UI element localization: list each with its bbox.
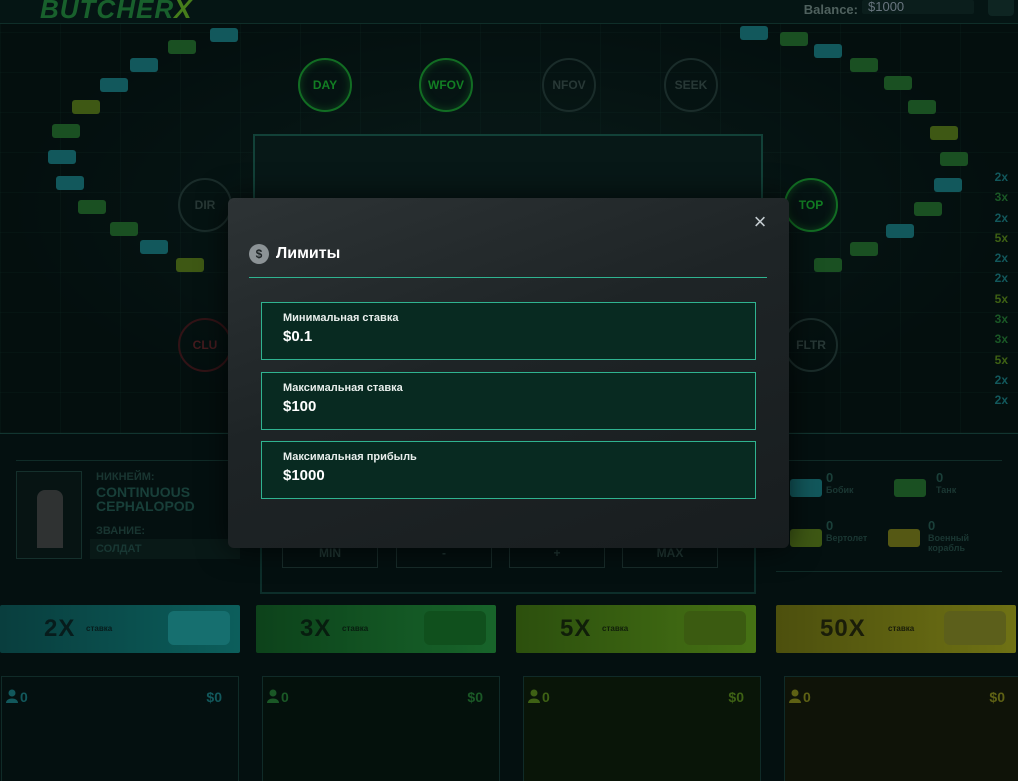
- limit-label: Максимальная ставка: [283, 382, 403, 394]
- limit-max-profit: Максимальная прибыль $1000: [261, 441, 756, 499]
- limit-max-bet: Максимальная ставка $100: [261, 372, 756, 430]
- limits-modal: × $ Лимиты Минимальная ставка $0.1 Макси…: [228, 198, 789, 548]
- limit-label: Минимальная ставка: [283, 312, 399, 324]
- limit-min-bet: Минимальная ставка $0.1: [261, 302, 756, 360]
- modal-divider: [249, 277, 767, 278]
- modal-title: Лимиты: [276, 245, 341, 262]
- modal-header: $ Лимиты: [249, 244, 340, 264]
- close-icon[interactable]: ×: [750, 211, 770, 233]
- dollar-icon: $: [249, 244, 269, 264]
- limit-label: Максимальная прибыль: [283, 451, 417, 463]
- limit-value: $0.1: [283, 328, 313, 345]
- limit-value: $1000: [283, 467, 325, 484]
- limit-value: $100: [283, 398, 317, 415]
